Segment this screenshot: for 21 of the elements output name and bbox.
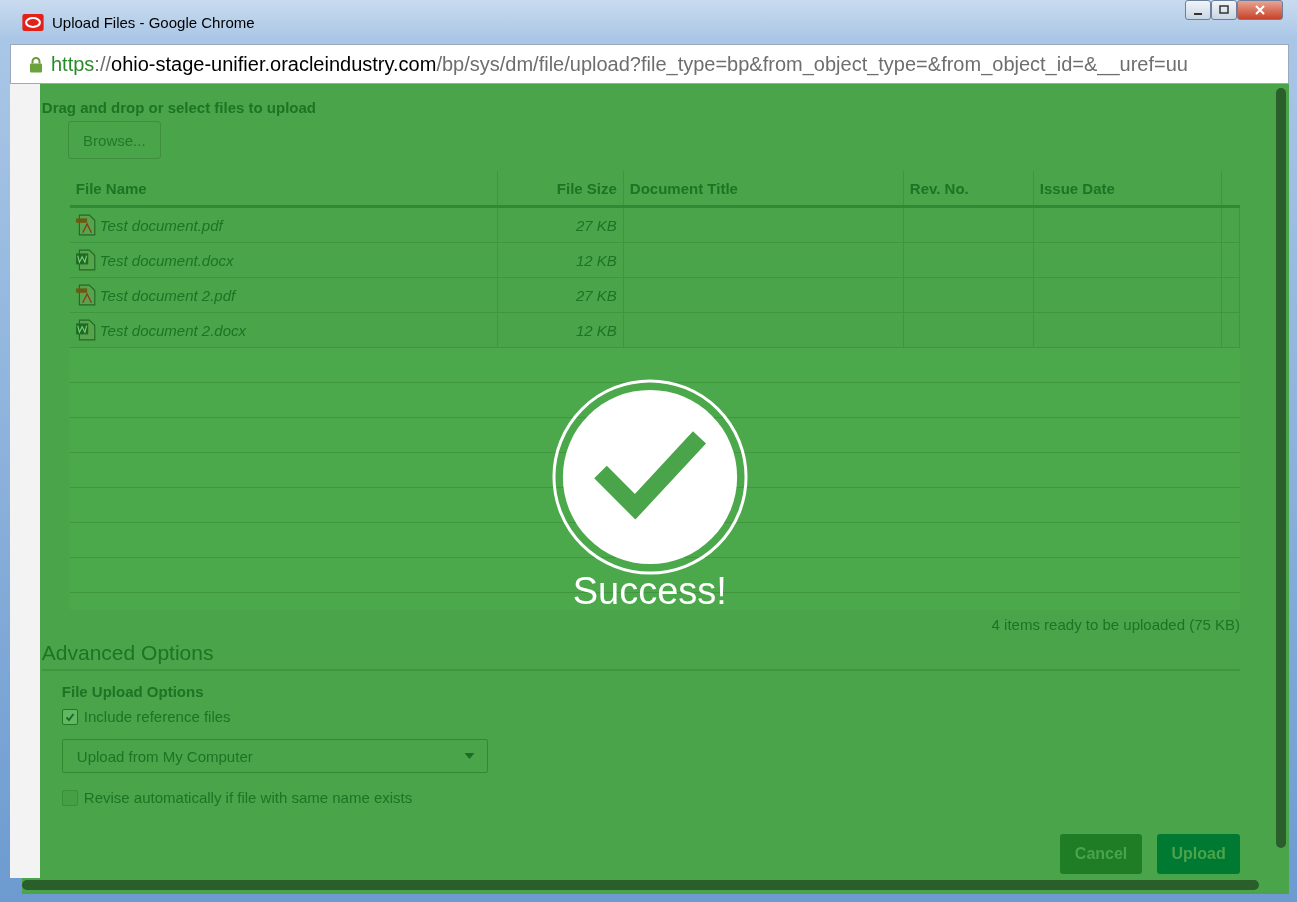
close-button[interactable] (1237, 0, 1283, 20)
upload-button[interactable]: Upload (1157, 834, 1241, 874)
minimize-icon (1194, 13, 1202, 15)
word-file-icon (75, 249, 96, 271)
scrollbar-thumb[interactable] (22, 880, 1259, 890)
address-bar[interactable]: https://ohio-stage-unifier.oracleindustry.com/bp/sys/dm/file/upload?file_type=bp&from_object_type=&from_object_id=&__uref=uu (10, 44, 1289, 84)
scrollbar-thumb[interactable] (1276, 88, 1287, 848)
window-title: Upload Files - Google Chrome (52, 13, 256, 31)
caret-icon (463, 753, 475, 759)
maximize-button[interactable] (1211, 0, 1237, 20)
pdf-file-icon (75, 284, 96, 306)
maximize-icon (1219, 5, 1229, 15)
app-logo-icon (22, 13, 44, 31)
word-file-icon (75, 319, 96, 341)
check-icon (64, 711, 75, 722)
pdf-file-icon (75, 214, 96, 236)
checkbox[interactable] (61, 708, 78, 725)
close-icon (1255, 5, 1265, 15)
lock-icon (29, 55, 43, 73)
success-message: Success! (572, 570, 727, 613)
minimize-button[interactable] (1185, 0, 1211, 20)
